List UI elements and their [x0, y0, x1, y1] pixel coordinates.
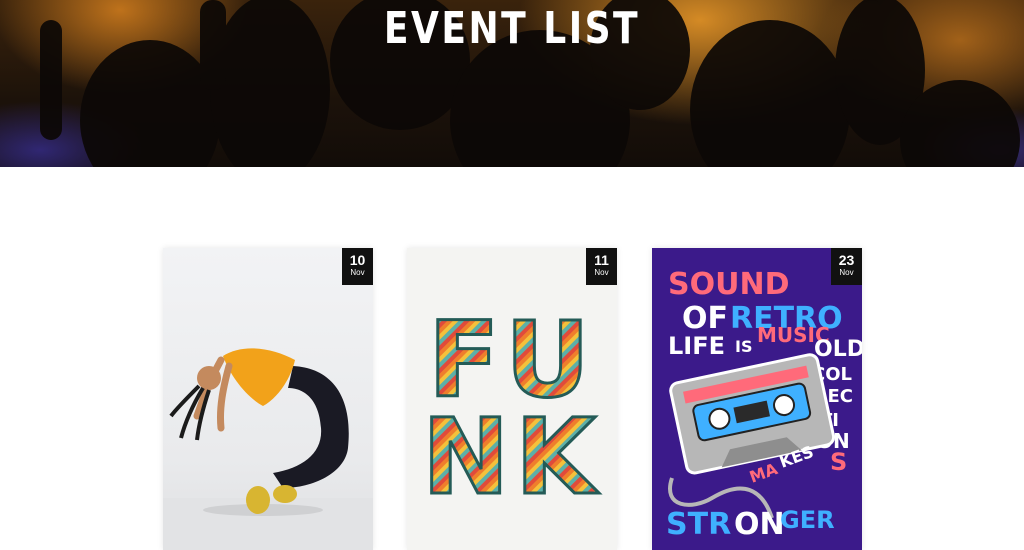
svg-text:NK: NK — [422, 396, 602, 518]
event-month: Nov — [839, 268, 854, 277]
event-day: 11 — [594, 252, 609, 268]
svg-text:STR: STR — [666, 507, 731, 542]
event-date-badge: 11 Nov — [586, 248, 617, 285]
event-card[interactable]: SOUND OF RETRO LIFE IS MUSIC OLD COL LEC… — [652, 248, 862, 550]
svg-text:SOUND: SOUND — [668, 267, 789, 302]
svg-text:S: S — [830, 448, 847, 476]
svg-text:IS: IS — [735, 337, 752, 356]
retro-cassette-poster: SOUND OF RETRO LIFE IS MUSIC OLD COL LEC… — [666, 267, 862, 542]
svg-text:OF: OF — [682, 301, 728, 336]
event-date-badge: 10 Nov — [342, 248, 373, 285]
svg-text:GER: GER — [780, 506, 835, 534]
event-day: 10 — [349, 252, 366, 268]
event-card[interactable]: 10 Nov — [163, 248, 373, 550]
event-date-badge: 23 Nov — [831, 248, 862, 285]
svg-text:ON: ON — [734, 507, 785, 542]
event-month: Nov — [350, 268, 365, 277]
svg-text:MA: MA — [747, 459, 781, 487]
event-card[interactable]: FU NK 11 Nov — [407, 248, 617, 550]
event-month: Nov — [594, 268, 609, 277]
page-title: Event List — [383, 3, 641, 55]
event-day: 23 — [838, 252, 855, 268]
funk-poster: FU NK — [421, 298, 602, 520]
svg-text:LIFE: LIFE — [668, 332, 725, 360]
dancer-photo — [163, 348, 373, 550]
svg-text:OLD: OLD — [814, 337, 862, 362]
hero-banner: Event List — [0, 0, 1024, 167]
